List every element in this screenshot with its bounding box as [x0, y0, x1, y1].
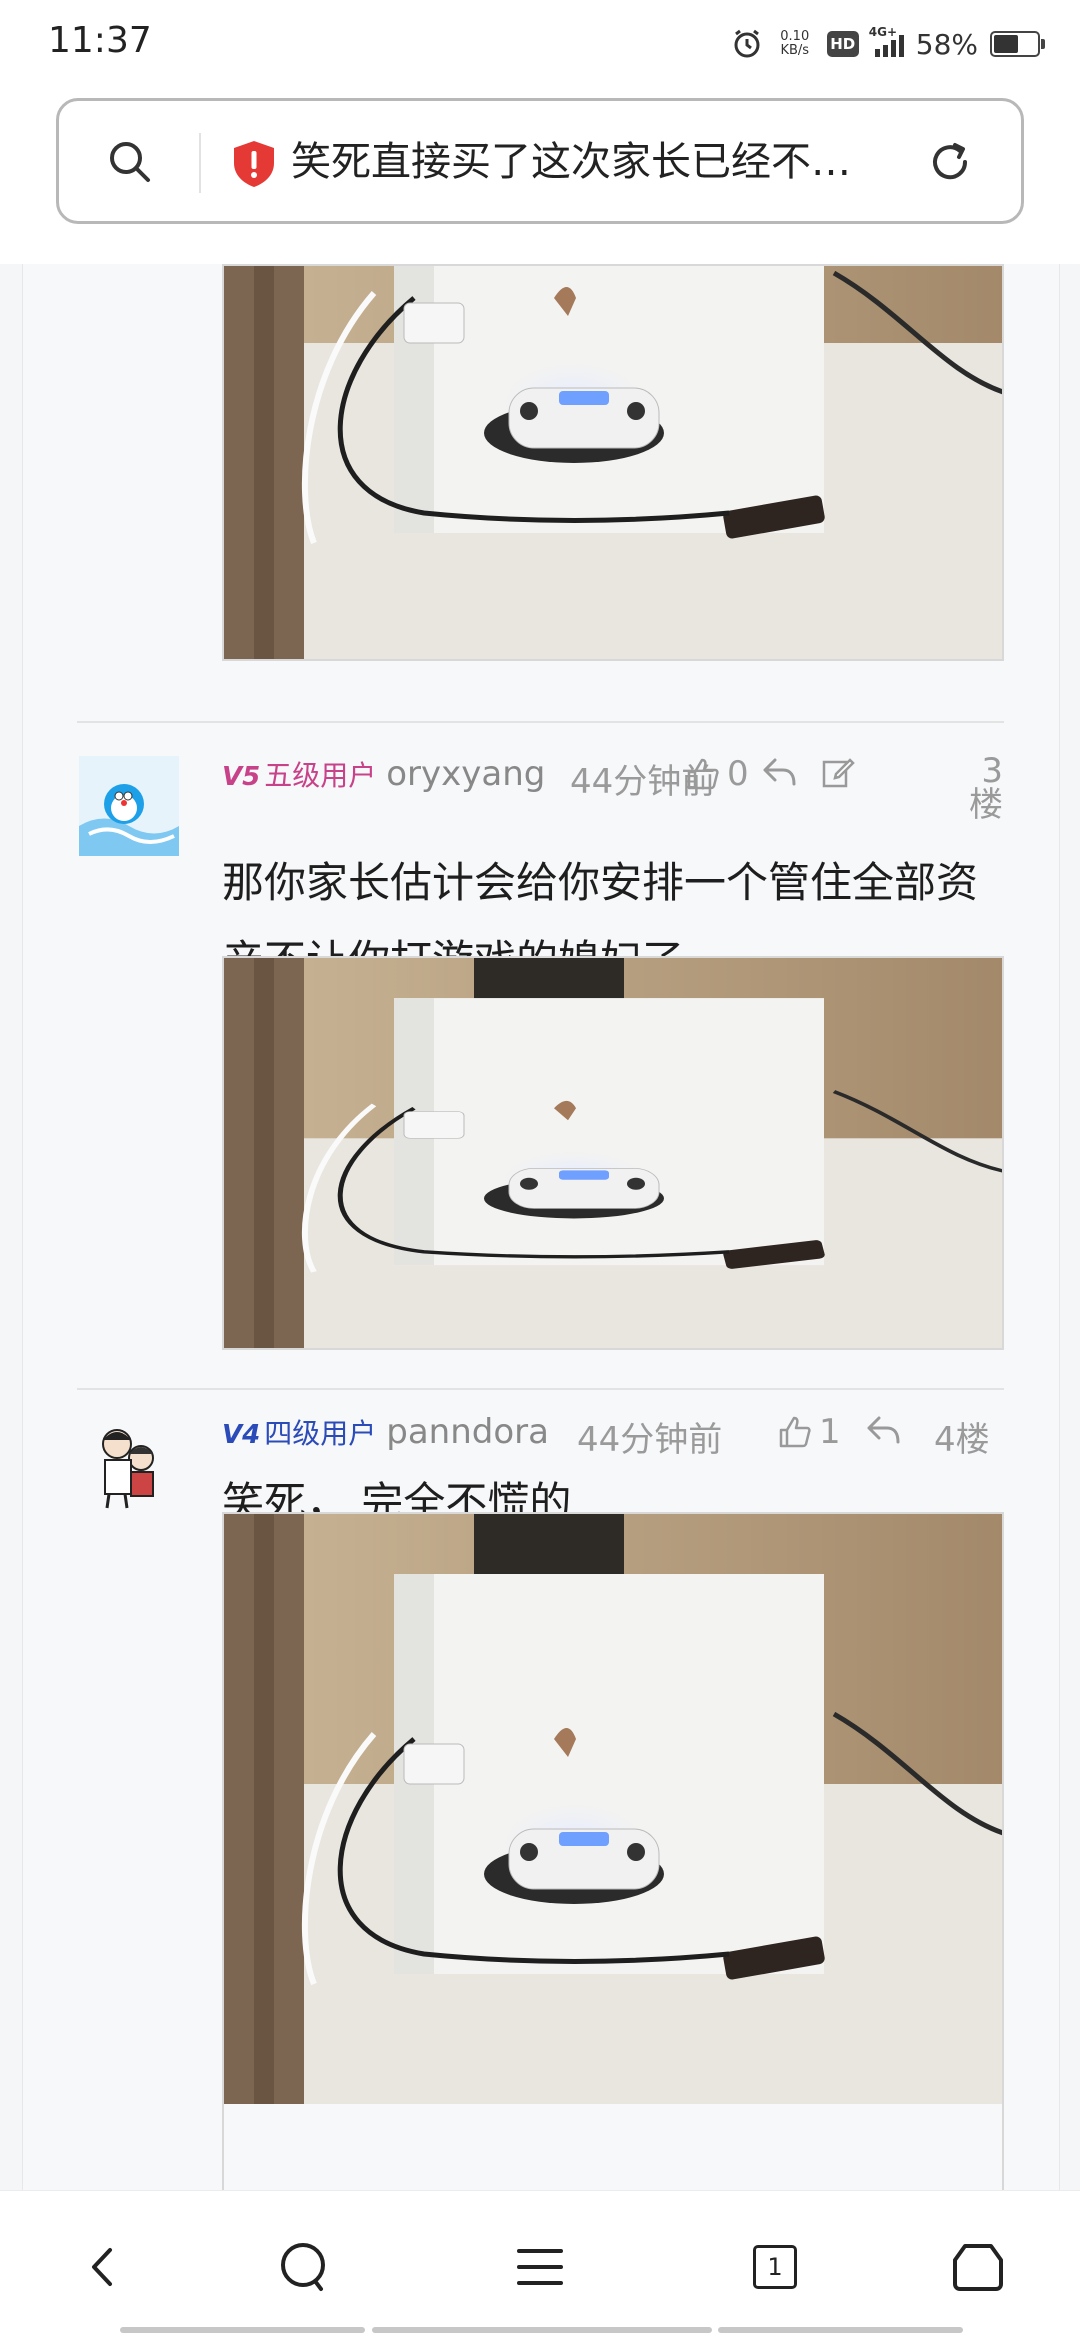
- search-icon[interactable]: [275, 2237, 335, 2297]
- floor-label: 4楼: [934, 1420, 990, 1460]
- like-count: 0: [727, 754, 749, 794]
- gesture-bar-right: [718, 2327, 963, 2333]
- cartoon-avatar[interactable]: [79, 1414, 179, 1514]
- edit-button[interactable]: [820, 754, 856, 790]
- post-divider: [77, 1388, 1004, 1390]
- post-meta: V5 五级用户 oryxyang 44分钟前 0 3楼: [222, 740, 1004, 850]
- ps4-photo: [224, 1514, 1004, 2104]
- network-speed-unit: KB/s: [780, 43, 810, 58]
- security-warning-icon[interactable]: [231, 139, 277, 189]
- tab-count: 1: [753, 2245, 797, 2289]
- status-icons: 0.10 KB/s HD 4G+ 58%: [731, 22, 1045, 66]
- tabs-icon[interactable]: 1: [745, 2237, 805, 2297]
- doraemon-avatar[interactable]: [79, 756, 179, 856]
- level-name: 四级用户: [264, 1417, 377, 1450]
- thumbs-up-icon: [687, 758, 719, 790]
- gesture-bar-left: [120, 2327, 365, 2333]
- post-time: 44分钟前: [222, 740, 715, 850]
- menu-icon[interactable]: [510, 2237, 570, 2297]
- battery-fill: [994, 35, 1019, 53]
- network-type: 4G+: [868, 25, 898, 39]
- ps4-photo: [224, 266, 1004, 661]
- alarm-icon: [731, 28, 763, 60]
- ps4-photo: [224, 958, 1004, 1350]
- browser-toolbar: 笑死直接买了这次家长已经不让玩了吗: [0, 84, 1080, 264]
- post-image-prev[interactable]: [222, 264, 1004, 661]
- gesture-bar-center: [372, 2327, 712, 2333]
- post-meta: V4 四级用户 panndora 44分钟前 1 4楼: [222, 1398, 1004, 1460]
- battery-percentage: 58%: [915, 27, 978, 61]
- address-bar[interactable]: 笑死直接买了这次家长已经不让玩了吗: [56, 98, 1024, 224]
- level-badge: V4: [222, 1420, 261, 1450]
- edit-icon: [822, 758, 855, 788]
- comment-thread[interactable]: V5 五级用户 oryxyang 44分钟前 0 3楼 那你家长估计会给你安排一个管…: [22, 264, 1060, 2190]
- thumbs-up-icon: [779, 1416, 811, 1448]
- reply-button[interactable]: [761, 754, 797, 790]
- like-count: 1: [819, 1412, 841, 1452]
- address-divider: [199, 133, 201, 193]
- like-button[interactable]: 0: [685, 754, 749, 794]
- bottom-navigation: 1: [0, 2190, 1080, 2341]
- post-divider: [77, 721, 1004, 723]
- floor-label: 3楼: [969, 751, 1003, 825]
- reply-icon: [867, 1416, 900, 1444]
- reply-button[interactable]: [865, 1412, 901, 1448]
- hd-icon: HD: [826, 31, 859, 57]
- post-time-label: 44分钟前: [577, 1420, 723, 1460]
- status-time: 11:37: [48, 20, 152, 61]
- post-image[interactable]: [222, 1512, 1004, 2190]
- signal-icon: 4G+: [869, 25, 904, 57]
- status-bar: 11:37 0.10 KB/s HD 4G+ 58%: [0, 0, 1080, 84]
- back-icon[interactable]: [72, 2237, 132, 2297]
- search-icon[interactable]: [105, 137, 155, 187]
- home-icon[interactable]: [948, 2237, 1008, 2297]
- refresh-icon[interactable]: [925, 137, 975, 187]
- page-title[interactable]: 笑死直接买了这次家长已经不让玩了吗: [291, 129, 871, 195]
- battery-icon: [990, 31, 1045, 57]
- reply-icon: [763, 758, 796, 786]
- like-button[interactable]: 1: [777, 1412, 841, 1452]
- post-image[interactable]: [222, 956, 1004, 1350]
- network-speed-value: 0.10: [780, 29, 810, 44]
- floor-number: 3楼: [967, 754, 1007, 822]
- username[interactable]: panndora: [386, 1412, 549, 1452]
- network-speed: 0.10 KB/s: [775, 30, 815, 58]
